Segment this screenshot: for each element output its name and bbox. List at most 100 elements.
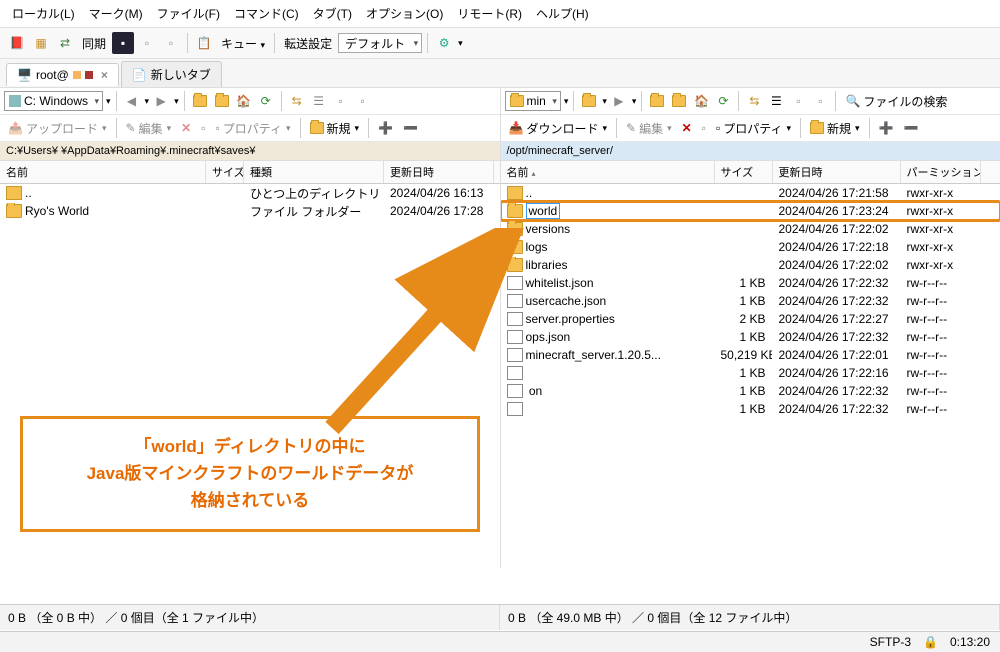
annotation-line: 「world」ディレクトリの中に	[33, 433, 467, 460]
menu-remote[interactable]: リモート(R)	[453, 3, 526, 24]
transfer-settings-combo[interactable]: デフォルト	[338, 33, 422, 53]
menu-local[interactable]: ローカル(L)	[8, 3, 79, 24]
tree-icon[interactable]: ☰	[766, 91, 786, 111]
minus-button[interactable]: ➖	[399, 120, 422, 136]
up-icon[interactable]	[669, 91, 689, 111]
list-item[interactable]: 1 KB 2024/04/26 17:22:16 rw-r--r--	[501, 364, 1000, 382]
menu-mark[interactable]: マーク(M)	[85, 3, 147, 24]
nav-r-extra-2: ▫	[810, 91, 830, 111]
list-item[interactable]: on 1 KB 2024/04/26 17:22:32 rw-r--r--	[501, 382, 1000, 400]
list-item[interactable]: ops.json 1 KB 2024/04/26 17:22:32 rw-r--…	[501, 328, 1000, 346]
menu-tab[interactable]: タブ(T)	[309, 3, 356, 24]
file-icon	[507, 384, 523, 398]
remote-pane: min ▾ ▾ ▶▾ 🏠 ⟳ ⇆ ☰ ▫ ▫ 🔍 ファイルの検索 📥 ダウンロー…	[501, 88, 1000, 568]
col-name[interactable]: 名前▴	[501, 161, 715, 183]
plus-button[interactable]: ➕	[875, 120, 898, 136]
home-icon[interactable]: 🏠	[691, 91, 711, 111]
close-icon[interactable]: ×	[101, 68, 108, 82]
props-button[interactable]: ▫ プロパティ ▾	[211, 119, 294, 138]
menu-help[interactable]: ヘルプ(H)	[532, 3, 593, 24]
delete-button[interactable]: ✕	[678, 120, 696, 136]
remote-actions: 📥 ダウンロード ▾ ✎ 編集 ▾ ✕ ▫ ▫ プロパティ ▾ 新規 ▾ ➕ ➖	[501, 115, 1000, 142]
list-item[interactable]: minecraft_server.1.20.5... 50,219 KB 202…	[501, 346, 1000, 364]
col-type[interactable]: 種類	[244, 161, 384, 183]
find-files-button[interactable]: 🔍 ファイルの検索	[841, 92, 951, 111]
parent-folder-icon	[507, 186, 523, 200]
rename-button[interactable]: ▫	[698, 120, 710, 136]
sites-icon[interactable]: ▦	[30, 32, 52, 54]
compare-icon[interactable]: ⇄	[54, 32, 76, 54]
protocol-label: SFTP-3	[870, 635, 911, 649]
remote-columns[interactable]: 名前▴ サイズ 更新日時 パーミッション	[501, 161, 1000, 184]
menu-file[interactable]: ファイル(F)	[153, 3, 224, 24]
col-size[interactable]: サイズ	[715, 161, 773, 183]
list-item[interactable]: usercache.json 1 KB 2024/04/26 17:22:32 …	[501, 292, 1000, 310]
col-perm[interactable]: パーミッション	[901, 161, 981, 183]
session-tabs: 🖥️ root@ × 📄 新しいタブ	[0, 59, 1000, 88]
sync-label[interactable]: 同期	[78, 35, 110, 52]
remote-folder-combo[interactable]: min	[505, 91, 561, 111]
annotation-line: 格納されている	[33, 487, 467, 514]
list-item[interactable]: server.properties 2 KB 2024/04/26 17:22:…	[501, 310, 1000, 328]
local-drive-combo[interactable]: C: Windows	[4, 91, 103, 111]
fwd-icon[interactable]: ▶	[609, 91, 629, 111]
tree-icon[interactable]: ☰	[309, 91, 329, 111]
host-blob-2	[85, 71, 93, 79]
terminal-icon[interactable]: ▪	[112, 32, 134, 54]
address-book-icon[interactable]: 📕	[6, 32, 28, 54]
upload-button[interactable]: 📤 アップロード ▾	[4, 119, 111, 138]
edit-button[interactable]: ✎ 編集 ▾	[122, 119, 176, 138]
queue-icon[interactable]: 📋	[193, 32, 215, 54]
pane-status-bar: 0 B （全 0 B 中） ／ 0 個目（全 1 ファイル中） 0 B （全 4…	[0, 604, 1000, 630]
delete-button[interactable]: ✕	[177, 120, 195, 136]
edit-button[interactable]: ✎ 編集 ▾	[622, 119, 676, 138]
new-button[interactable]: 新規 ▾	[306, 119, 364, 138]
queue-label[interactable]: キュー ▾	[217, 35, 269, 52]
app-status-bar: SFTP-3 🔒 0:13:20	[0, 631, 1000, 652]
plus-button[interactable]: ➕	[374, 120, 397, 136]
col-name[interactable]: 名前	[0, 161, 206, 183]
home-icon[interactable]: 🏠	[234, 91, 254, 111]
refresh-icon[interactable]: ⟳	[256, 91, 276, 111]
new-button[interactable]: 新規 ▾	[806, 119, 864, 138]
col-date[interactable]: 更新日時	[773, 161, 901, 183]
menu-command[interactable]: コマンド(C)	[230, 3, 303, 24]
back-icon[interactable]	[579, 91, 599, 111]
remote-path[interactable]: /opt/minecraft_server/	[501, 142, 1000, 161]
new-tab[interactable]: 📄 新しいタブ	[121, 61, 222, 87]
remote-status: 0 B （全 49.0 MB 中） ／ 0 個目（全 12 ファイル中）	[500, 605, 1000, 630]
transfer-settings-label: 転送設定	[280, 35, 336, 52]
lock-icon: 🔒	[923, 635, 938, 649]
list-item[interactable]: Ryo's World ファイル フォルダー 2024/04/26 17:28	[0, 202, 500, 220]
list-item[interactable]: logs 2024/04/26 17:22:18 rwxr-xr-x	[501, 238, 1000, 256]
menu-bar: ローカル(L) マーク(M) ファイル(F) コマンド(C) タブ(T) オプシ…	[0, 0, 1000, 28]
list-item[interactable]: world 2024/04/26 17:23:24 rwxr-xr-x	[501, 202, 1000, 220]
back-icon[interactable]: ◀	[122, 91, 142, 111]
folder-open-icon[interactable]	[190, 91, 210, 111]
col-size[interactable]: サイズ	[206, 161, 244, 183]
file-icon	[507, 402, 523, 416]
list-item[interactable]: .. ひとつ上のディレクトリ 2024/04/26 16:13	[0, 184, 500, 202]
download-button[interactable]: 📥 ダウンロード ▾	[505, 119, 612, 138]
rename-input[interactable]: world	[526, 203, 561, 219]
rename-button[interactable]: ▫	[197, 120, 209, 136]
local-columns[interactable]: 名前 サイズ 種類 更新日時	[0, 161, 500, 184]
list-item[interactable]: 1 KB 2024/04/26 17:22:32 rw-r--r--	[501, 400, 1000, 418]
sync-browse-icon[interactable]: ⇆	[287, 91, 307, 111]
minus-button[interactable]: ➖	[900, 120, 923, 136]
fwd-icon[interactable]: ▶	[151, 91, 171, 111]
up-icon[interactable]	[212, 91, 232, 111]
list-item[interactable]: versions 2024/04/26 17:22:02 rwxr-xr-x	[501, 220, 1000, 238]
refresh-icon[interactable]: ⟳	[713, 91, 733, 111]
folder-open-icon[interactable]	[647, 91, 667, 111]
session-tab[interactable]: 🖥️ root@ ×	[6, 63, 119, 86]
local-path[interactable]: C:¥Users¥ ¥AppData¥Roaming¥.minecraft¥sa…	[0, 142, 500, 161]
list-item[interactable]: .. 2024/04/26 17:21:58 rwxr-xr-x	[501, 184, 1000, 202]
list-item[interactable]: libraries 2024/04/26 17:22:02 rwxr-xr-x	[501, 256, 1000, 274]
menu-option[interactable]: オプション(O)	[362, 3, 447, 24]
sync-browse-icon[interactable]: ⇆	[744, 91, 764, 111]
col-date[interactable]: 更新日時	[384, 161, 494, 183]
list-item[interactable]: whitelist.json 1 KB 2024/04/26 17:22:32 …	[501, 274, 1000, 292]
settings-icon[interactable]: ⚙	[433, 32, 455, 54]
props-button[interactable]: ▫ プロパティ ▾	[712, 119, 795, 138]
